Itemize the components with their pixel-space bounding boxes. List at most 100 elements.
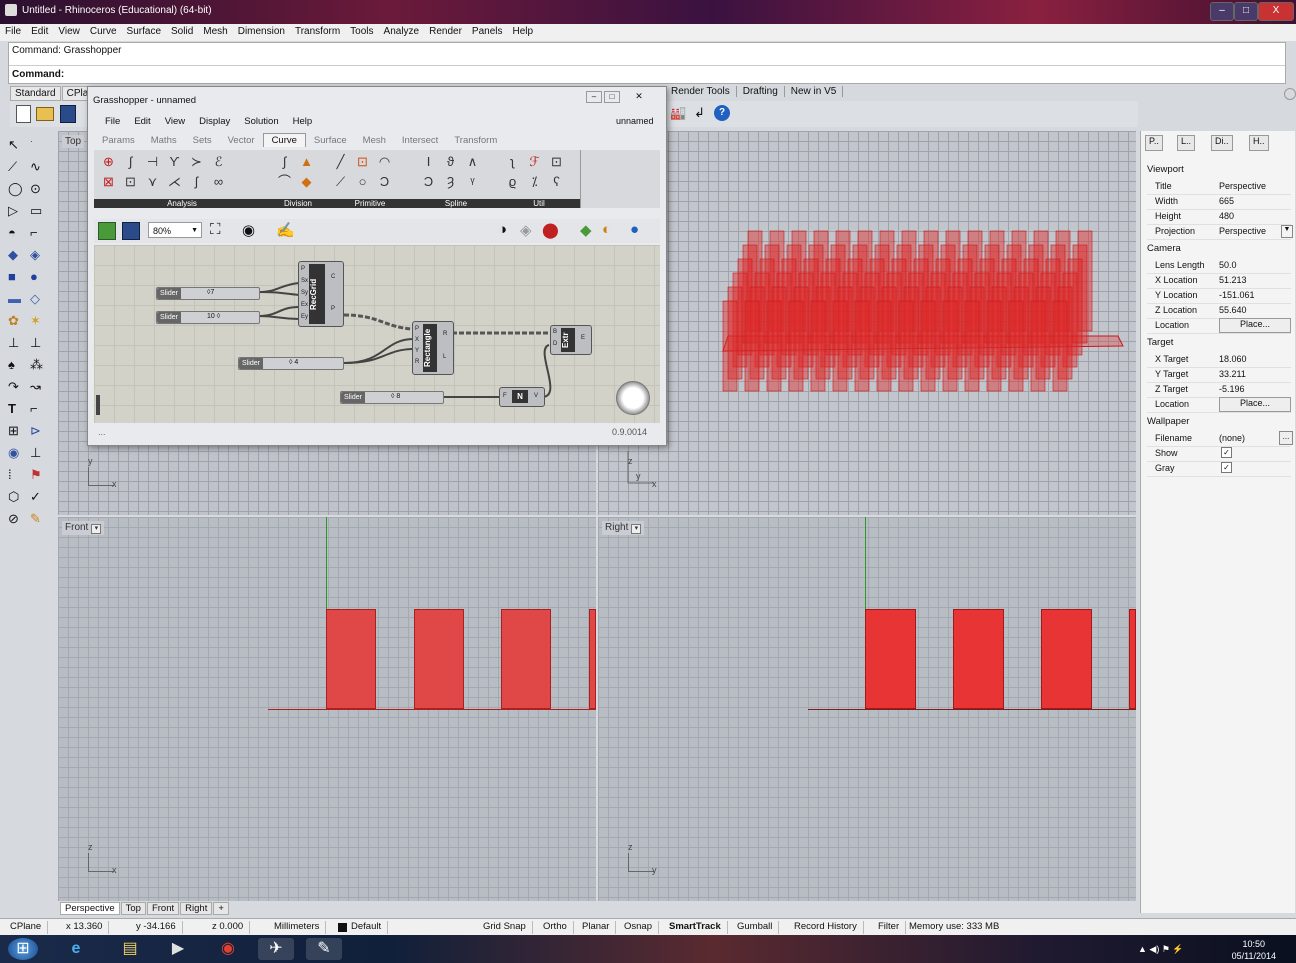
vptab-right[interactable]: Right	[180, 902, 213, 915]
gh-zoom-extents-icon[interactable]: ⛶	[210, 221, 221, 238]
shatter-icon[interactable]: ⌒	[276, 173, 293, 190]
layer-icon[interactable]: ⊳	[30, 423, 48, 441]
target-place-button[interactable]: Place...	[1219, 397, 1291, 412]
bezier-icon[interactable]: ∧	[464, 153, 481, 170]
curve-icon[interactable]: ∿	[30, 159, 48, 177]
select-arrow-icon[interactable]: ↖	[8, 137, 26, 155]
slider-rect[interactable]: Slider ◊ 4	[238, 357, 344, 370]
menu-solid[interactable]: Solid	[166, 24, 198, 37]
cylinder-icon[interactable]: ▬	[8, 291, 26, 309]
gh-globe-icon[interactable]: ●	[630, 221, 639, 238]
fillet-gh-icon[interactable]: ℱ	[526, 153, 543, 170]
circle-gh-icon[interactable]: ○	[354, 173, 371, 190]
box-front-4[interactable]	[589, 609, 596, 709]
curve-split-icon[interactable]: ⋌	[166, 173, 183, 190]
copy-icon[interactable]: ⁂	[30, 357, 48, 375]
status-units[interactable]: Millimeters	[274, 921, 327, 934]
output-pin[interactable]: C	[331, 274, 335, 280]
menu-dimension[interactable]: Dimension	[233, 24, 290, 37]
component-unit-z[interactable]: F N V	[499, 387, 545, 407]
analyze-icon[interactable]: ⚑	[30, 467, 48, 485]
vptab-top[interactable]: Top	[120, 902, 146, 915]
ellipse-icon[interactable]: ⊙	[30, 181, 48, 199]
gh-sketch-icon[interactable]: ✍	[276, 221, 295, 239]
tab-layers[interactable]: L..	[1177, 135, 1196, 151]
curve-control-points-icon[interactable]: ∞	[210, 173, 227, 190]
dropdown-arrow-icon[interactable]: ▼	[1281, 225, 1293, 238]
box-perspective[interactable]	[964, 300, 980, 392]
line-icon[interactable]: ╱	[332, 153, 349, 170]
gh-color-icon[interactable]: ◐	[602, 221, 611, 238]
gh-canvas[interactable]: Slider ◊7 Slider 10 ◊ Slider ◊ 4 Slider ◊ 8 …	[94, 245, 660, 423]
curve-curvature-icon[interactable]: ℰ	[210, 153, 227, 170]
divide-length-icon[interactable]: ▲	[298, 153, 315, 170]
viewport-menu-arrow-icon[interactable]: ▾	[91, 524, 102, 534]
box-perspective[interactable]	[744, 300, 760, 392]
viewport-top-label[interactable]: Top	[62, 135, 85, 148]
flip-icon[interactable]: ϱ	[504, 173, 521, 190]
gh-close-button[interactable]: ✕	[632, 91, 646, 101]
dissolve-icon[interactable]: ⊘	[8, 511, 26, 529]
gray-checkbox[interactable]: ✓	[1221, 462, 1232, 473]
prop-value[interactable]: 480	[1219, 211, 1234, 221]
line-sdl-icon[interactable]: ⟋	[332, 173, 349, 190]
input-pin[interactable]: D	[553, 341, 557, 347]
boolean-icon[interactable]: ✿	[8, 313, 26, 331]
gh-menu-display[interactable]: Display	[192, 116, 237, 127]
input-pin[interactable]: X	[415, 337, 419, 343]
output-pin[interactable]: V	[534, 393, 538, 399]
input-pin[interactable]: P	[415, 326, 419, 332]
paint-icon[interactable]: ✎	[30, 511, 48, 529]
curve-box-icon[interactable]: ⊡	[122, 173, 139, 190]
gh-menu-solution[interactable]: Solution	[237, 116, 285, 127]
point-icon[interactable]: ·	[30, 137, 48, 155]
slider-sx[interactable]: Slider ◊7	[156, 287, 260, 300]
input-pin[interactable]: P	[301, 266, 305, 272]
box-perspective[interactable]	[898, 300, 914, 392]
interpolate-icon[interactable]: I	[420, 153, 437, 170]
render-icon[interactable]: ◉	[8, 445, 26, 463]
vptab-front[interactable]: Front	[146, 902, 180, 915]
toggle-filter[interactable]: Filter	[878, 921, 907, 934]
menu-tools[interactable]: Tools	[345, 24, 378, 37]
prop-value[interactable]: Perspective	[1219, 181, 1266, 191]
gh-menu-view[interactable]: View	[158, 116, 192, 127]
tangent-curve-icon[interactable]: ᵞ	[464, 173, 481, 190]
gh-tab-sets[interactable]: Sets	[185, 134, 220, 147]
menu-transform[interactable]: Transform	[290, 24, 345, 37]
circle-icon[interactable]: ◯	[8, 181, 26, 199]
fillet-icon[interactable]: ⌐	[30, 225, 48, 243]
vptab-perspective[interactable]: Perspective	[60, 902, 120, 915]
slider-height[interactable]: Slider ◊ 8	[340, 391, 444, 404]
viewport-perspective[interactable]: z y x	[598, 131, 1136, 515]
gh-tab-surface[interactable]: Surface	[306, 134, 355, 147]
loft-icon[interactable]: ◈	[30, 247, 48, 265]
box-perspective[interactable]	[1052, 300, 1068, 392]
group-icon[interactable]: ⊞	[8, 423, 26, 441]
status-cplane[interactable]: CPlane	[10, 921, 49, 934]
layer-color-swatch[interactable]	[338, 923, 347, 932]
array-icon[interactable]: ♠	[8, 357, 26, 375]
box-right-1[interactable]	[865, 609, 916, 709]
toggle-gumball[interactable]: Gumball	[737, 921, 780, 934]
input-pin[interactable]: F	[503, 393, 507, 399]
curve-closest-icon[interactable]: ∫	[122, 153, 139, 170]
box-perspective[interactable]	[722, 300, 738, 392]
menu-surface[interactable]: Surface	[122, 24, 166, 37]
input-pin[interactable]: Ey	[301, 314, 308, 320]
output-pin[interactable]: L	[443, 354, 446, 360]
gh-minimize-button[interactable]: –	[586, 91, 602, 103]
maximize-button[interactable]: □	[1234, 2, 1258, 21]
points-grid-icon[interactable]: ⁞	[8, 467, 26, 485]
output-pin[interactable]: R	[443, 331, 447, 337]
gh-maximize-button[interactable]: □	[604, 91, 620, 103]
box-perspective[interactable]	[1008, 300, 1024, 392]
curve-length-icon[interactable]: ⊣	[144, 153, 161, 170]
menu-file[interactable]: File	[0, 24, 26, 37]
curve-tangent-icon[interactable]: ≻	[188, 153, 205, 170]
media-player-icon[interactable]: ▶	[160, 938, 196, 960]
polygon-icon[interactable]: ▷	[8, 203, 26, 221]
menu-analyze[interactable]: Analyze	[379, 24, 425, 37]
camera-place-button[interactable]: Place...	[1219, 318, 1291, 333]
scale-icon[interactable]: ↝	[30, 379, 48, 397]
